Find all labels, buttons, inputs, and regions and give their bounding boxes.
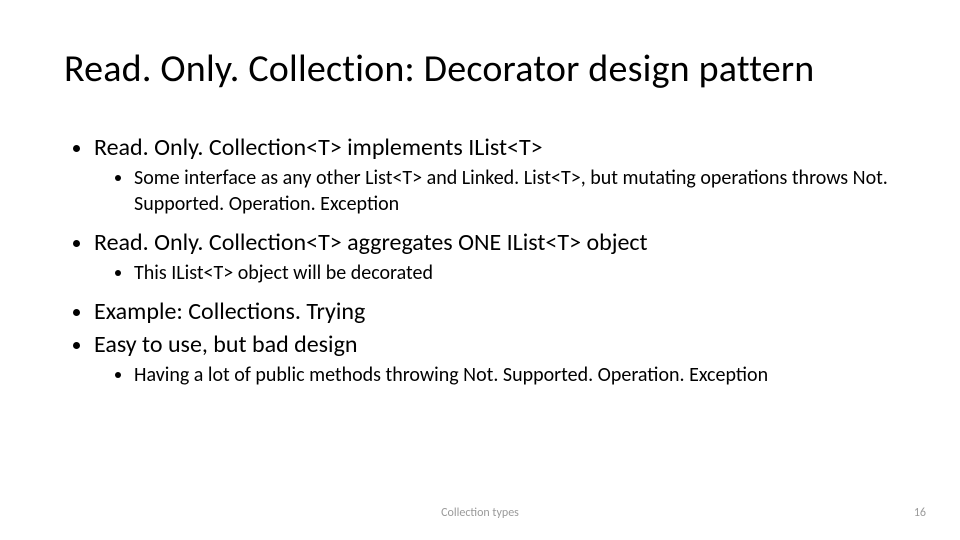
bullet-text: Example: Collections. Trying (94, 297, 365, 326)
bullet-text: Easy to use, but bad design (94, 330, 357, 359)
bullet-item: Example: Collections. Trying (94, 296, 896, 327)
bullet-item: Easy to use, but bad design Having a lot… (94, 329, 896, 388)
page-number: 16 (914, 506, 926, 520)
sub-bullet-list: Some interface as any other List<T> and … (94, 165, 896, 217)
sub-bullet-text: Having a lot of public methods throwing … (134, 363, 768, 387)
sub-bullet-item: This IList<T> object will be decorated (134, 260, 896, 286)
footer-label: Collection types (0, 506, 960, 520)
slide: Read. Only. Collection: Decorator design… (0, 0, 960, 540)
bullet-text: Read. Only. Collection<T> aggregates ONE… (94, 228, 648, 257)
sub-bullet-list: Having a lot of public methods throwing … (94, 362, 896, 388)
bullet-list: Read. Only. Collection<T> implements ILi… (64, 132, 896, 389)
bullet-text: Read. Only. Collection<T> implements ILi… (94, 133, 543, 162)
slide-title: Read. Only. Collection: Decorator design… (64, 48, 896, 92)
sub-bullet-text: This IList<T> object will be decorated (134, 261, 433, 285)
sub-bullet-item: Some interface as any other List<T> and … (134, 165, 896, 217)
sub-bullet-list: This IList<T> object will be decorated (94, 260, 896, 286)
sub-bullet-text: Some interface as any other List<T> and … (134, 166, 888, 216)
sub-bullet-item: Having a lot of public methods throwing … (134, 362, 896, 388)
bullet-item: Read. Only. Collection<T> aggregates ONE… (94, 227, 896, 286)
bullet-item: Read. Only. Collection<T> implements ILi… (94, 132, 896, 217)
